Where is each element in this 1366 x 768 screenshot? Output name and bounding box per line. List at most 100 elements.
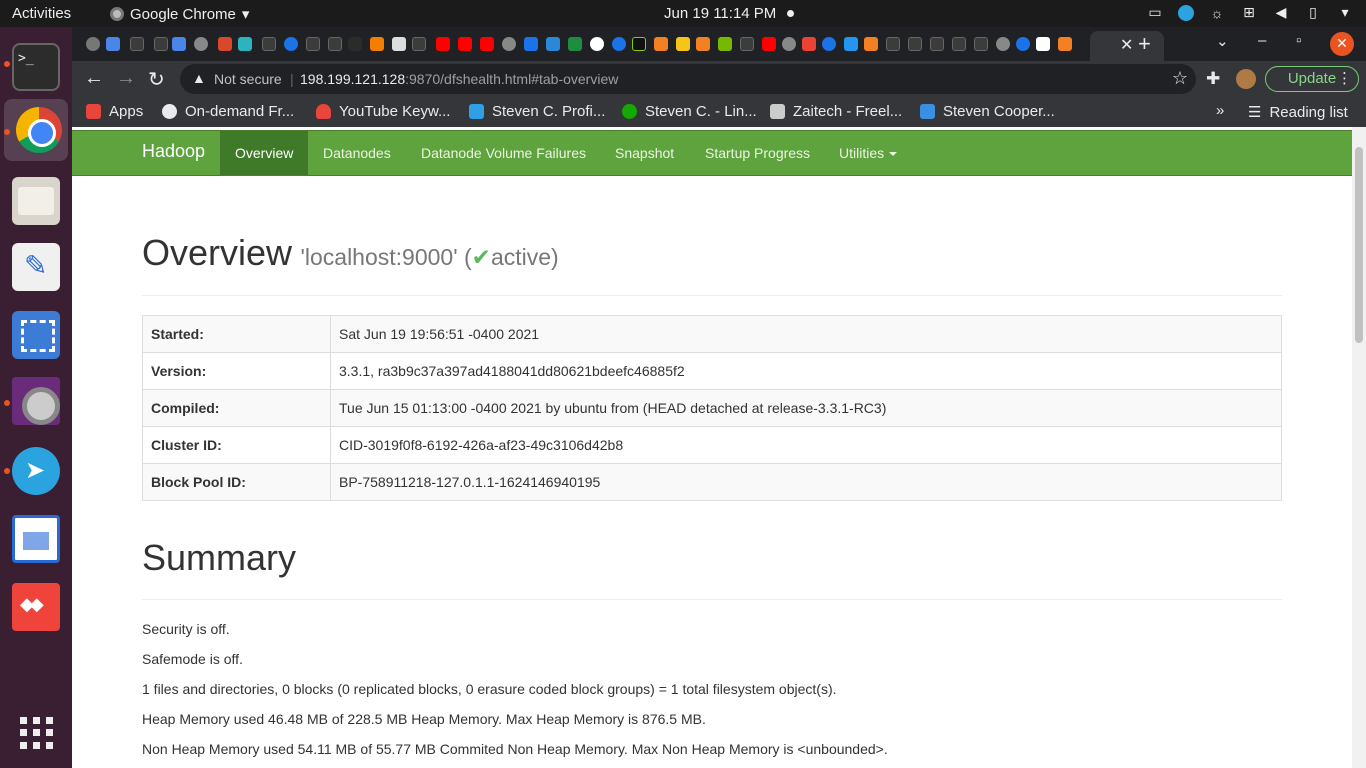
tab-favicon-icon[interactable] [502,37,516,51]
screenshot-icon[interactable] [12,311,60,359]
reading-list-button[interactable]: ☰ Reading list [1248,103,1348,122]
dock-item-chrome[interactable] [4,99,68,161]
tab-favicon-icon[interactable] [218,37,232,51]
hadoop-brand[interactable]: Hadoop [142,141,205,162]
nav-startup-progress[interactable]: Startup Progress [690,131,825,175]
tab-favicon-icon[interactable] [86,37,100,51]
tab-github-icon[interactable] [154,37,168,51]
url-text[interactable]: 198.199.121.128:9870/dfshealth.html#tab-… [300,71,618,87]
tab-youtube-icon[interactable] [436,37,450,51]
warning-icon[interactable]: ▲ [192,70,206,86]
anydesk-icon[interactable] [12,583,60,631]
tab-docs-icon[interactable] [172,37,186,51]
update-button[interactable]: Update ⋮ [1265,66,1359,92]
tab-favicon-icon[interactable] [1016,37,1030,51]
writer-icon[interactable] [12,515,60,563]
tab-search-icon[interactable]: ⌄ [1216,32,1229,50]
tab-youtube-icon[interactable] [458,37,472,51]
tab-youtube-icon[interactable] [762,37,776,51]
nav-overview[interactable]: Overview [220,131,309,175]
new-tab-button[interactable]: + [1138,31,1151,57]
tab-favicon-icon[interactable] [238,37,252,51]
maximize-icon[interactable]: ▫ [1296,32,1301,49]
tab-gmail-icon[interactable] [802,37,816,51]
terminal-icon[interactable]: >_ [12,43,60,91]
tab-blogger-icon[interactable] [370,37,384,51]
page-scrollbar[interactable] [1352,127,1366,768]
nav-datanode-volume-failures[interactable]: Datanode Volume Failures [406,131,601,175]
tab-favicon-icon[interactable] [612,37,626,51]
tab-amazon-icon[interactable] [348,37,362,51]
tab-github-icon[interactable] [130,37,144,51]
telegram-icon[interactable] [12,447,60,495]
tab-stackoverflow-icon[interactable] [696,37,710,51]
battery-icon[interactable]: ▯ [1304,4,1322,21]
back-arrow-icon[interactable]: ← [84,67,104,90]
tab-github-icon[interactable] [952,37,966,51]
text-editor-icon[interactable] [12,243,60,291]
tab-github-icon[interactable] [262,37,276,51]
network-icon[interactable]: ⊞ [1240,4,1258,21]
tab-favicon-icon[interactable] [546,37,560,51]
telegram-tray-icon[interactable] [1178,4,1194,21]
tab-github-icon[interactable] [306,37,320,51]
tab-github-icon[interactable] [328,37,342,51]
brightness-icon[interactable]: ☼ [1208,5,1226,21]
bookmark-steven-linkedin[interactable]: Steven C. - Lin... [622,103,757,120]
files-icon[interactable] [12,177,60,225]
extensions-puzzle-icon[interactable]: ✚ [1206,69,1220,89]
tab-favicon-icon[interactable] [524,37,538,51]
tab-favicon-icon[interactable] [392,37,406,51]
tab-docker-icon[interactable] [844,37,858,51]
tab-github-icon[interactable] [930,37,944,51]
tab-github-icon[interactable] [740,37,754,51]
close-tab-icon[interactable]: ✕ [1120,35,1133,55]
address-bar[interactable]: ▲ Not secure | 198.199.121.128:9870/dfsh… [180,64,1196,94]
bookmark-zaitech[interactable]: Zaitech - Freel... [770,103,902,120]
tab-stackoverflow-icon[interactable] [864,37,878,51]
system-tray[interactable]: ▭ ☼ ⊞ ◀ ▯ ▾ [1146,4,1354,21]
tab-favicon-icon[interactable] [284,37,298,51]
app-menu[interactable]: Google Chrome ▾ [110,5,249,23]
active-tab[interactable]: ✕ [1090,31,1164,61]
nav-utilities[interactable]: Utilities [824,131,912,175]
bookmark-youtube-keyword[interactable]: YouTube Keyw... [316,103,450,120]
security-label[interactable]: Not secure [214,71,282,87]
tab-favicon-icon[interactable] [718,37,732,51]
tab-youtube-icon[interactable] [480,37,494,51]
tab-github-icon[interactable] [908,37,922,51]
tab-favicon-icon[interactable] [822,37,836,51]
tab-favicon-icon[interactable] [782,37,796,51]
volume-icon[interactable]: ◀ [1272,4,1290,21]
scrollbar-thumb[interactable] [1355,147,1363,343]
reload-icon[interactable]: ↻ [148,67,165,92]
nav-datanodes[interactable]: Datanodes [308,131,406,175]
clock[interactable]: Jun 19 11:14 PM [664,5,776,22]
bookmark-star-icon[interactable]: ☆ [1172,68,1188,89]
menu-dots-icon[interactable]: ⋮ [1337,67,1352,91]
bookmark-apps[interactable]: Apps [86,103,143,120]
tab-favicon-icon[interactable] [568,37,582,51]
tab-favicon-icon[interactable] [996,37,1010,51]
nav-snapshot[interactable]: Snapshot [600,131,689,175]
minimize-icon[interactable]: – [1258,32,1266,49]
bookmarks-overflow-icon[interactable]: » [1216,102,1224,119]
video-player-icon[interactable] [12,377,60,425]
forward-arrow-icon[interactable]: → [116,67,136,90]
chevron-down-icon[interactable]: ▾ [1336,4,1354,21]
bookmark-on-demand[interactable]: On-demand Fr... [162,103,294,120]
tab-favicon-icon[interactable] [632,37,646,51]
tab-favicon-icon[interactable] [676,37,690,51]
profile-avatar[interactable] [1236,69,1256,89]
activities-button[interactable]: Activities [12,5,71,22]
tab-github-icon[interactable] [974,37,988,51]
tab-docs-icon[interactable] [106,37,120,51]
close-window-icon[interactable]: ✕ [1330,32,1354,56]
tab-stackoverflow-icon[interactable] [654,37,668,51]
tab-github-icon[interactable] [886,37,900,51]
tab-favicon-icon[interactable] [194,37,208,51]
camera-icon[interactable]: ▭ [1146,4,1164,21]
tab-stackoverflow-icon[interactable] [1058,37,1072,51]
tab-favicon-icon[interactable] [1036,37,1050,51]
bookmark-steven-cooper[interactable]: Steven Cooper... [920,103,1055,120]
